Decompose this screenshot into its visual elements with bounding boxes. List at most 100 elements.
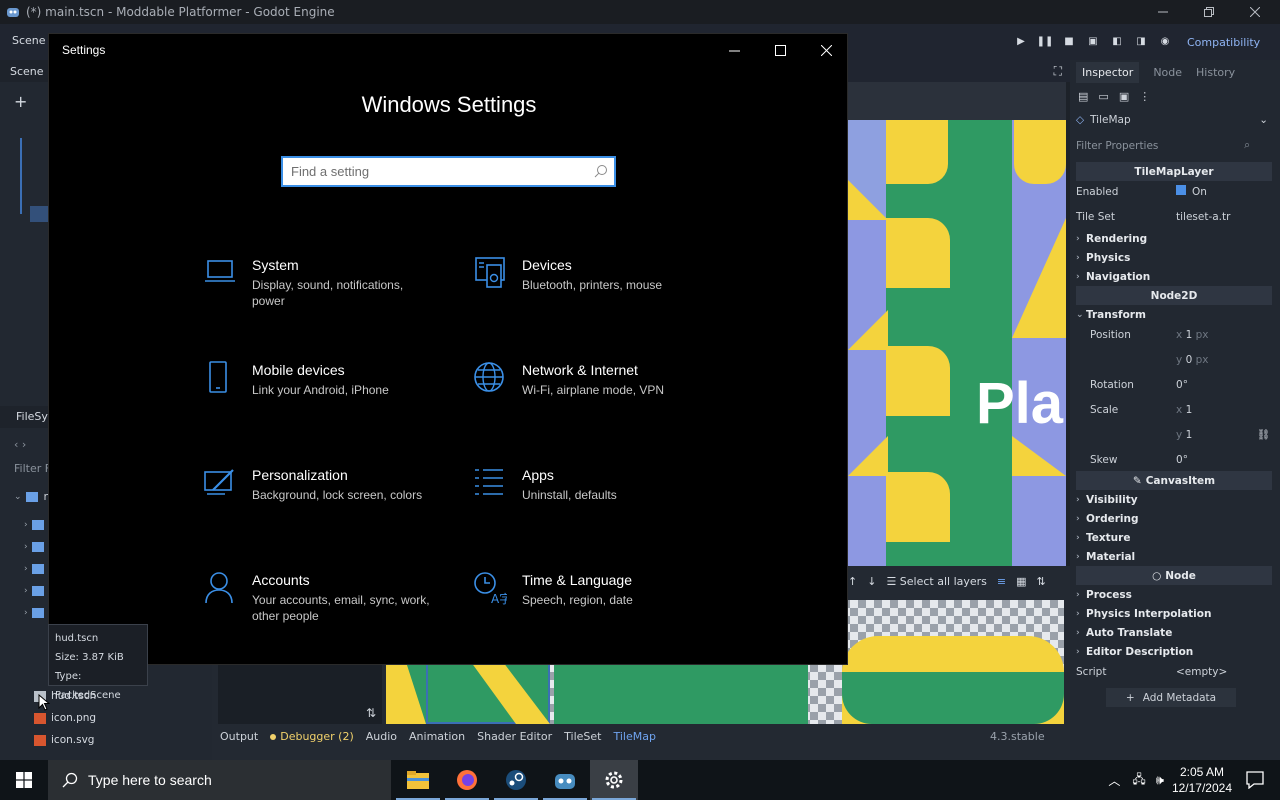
group-ordering[interactable]: › Ordering [1076,509,1272,528]
tab-scene[interactable]: Scene [10,65,44,78]
tab-node[interactable]: Node [1153,66,1182,79]
remote-debug-icon[interactable]: ▣ [1086,34,1100,48]
tile-set-value[interactable]: tileset-a.tr [1176,211,1230,223]
renderer-selector[interactable]: Compatibility [1187,36,1260,49]
tray-chevron-up-icon[interactable]: ︿ [1108,772,1120,789]
tab-inspector[interactable]: Inspector [1076,61,1140,83]
stop-icon[interactable]: ■ [1062,34,1076,48]
settings-item-time-language[interactable]: A字 Time & Language Speech, region, date [473,571,713,631]
start-button[interactable] [0,760,48,800]
add-node-icon[interactable]: + [14,92,27,111]
position-x-field[interactable]: x 1 px [1176,329,1208,341]
group-material[interactable]: › Material [1076,547,1272,566]
folder-row[interactable]: › [24,602,44,624]
selected-node-highlight[interactable] [30,206,50,222]
grid-view-icon[interactable]: ▦ [1016,575,1026,588]
enabled-checkbox[interactable]: On [1176,185,1207,198]
select-all-layers-button[interactable]: ☰ Select all layers [886,575,986,588]
network-icon[interactable]: 🖧 [1132,770,1145,791]
taskbar-settings[interactable] [590,760,638,800]
group-rendering[interactable]: › Rendering [1076,229,1272,248]
minimize-button[interactable] [1140,0,1186,24]
script-value[interactable]: <empty> [1176,666,1227,678]
play-scene-icon[interactable]: ◧ [1110,34,1124,48]
scale-x-field[interactable]: x 1 [1176,404,1192,416]
more-icon[interactable]: ⋮ [1139,90,1150,103]
settings-search-box[interactable] [281,156,616,187]
group-navigation[interactable]: › Navigation [1076,267,1272,286]
skew-field[interactable]: 0° [1176,454,1188,466]
taskbar-file-explorer[interactable] [394,760,442,800]
folder-row[interactable]: › [24,558,44,580]
volume-icon[interactable]: 🕪 [1156,773,1164,788]
settings-minimize-button[interactable] [711,34,757,66]
tab-output[interactable]: Output [220,730,258,743]
tab-tilemap[interactable]: TileMap [613,730,655,743]
settings-item-system[interactable]: System Display, sound, notifications, po… [203,256,443,316]
tab-shader-editor[interactable]: Shader Editor [477,730,552,743]
filter-properties-input[interactable]: Filter Properties ⌕ [1076,136,1272,155]
link-icon[interactable]: ⛓ [1257,428,1270,441]
settings-close-button[interactable] [803,34,849,66]
new-resource-icon[interactable]: ▤ [1078,90,1088,103]
group-physics-interpolation[interactable]: › Physics Interpolation [1076,604,1272,623]
tab-tileset[interactable]: TileSet [564,730,601,743]
section-canvasitem[interactable]: ✎ CanvasItem [1076,471,1272,490]
close-window-button[interactable] [1232,0,1278,24]
taskbar-firefox[interactable] [443,760,491,800]
node-selector[interactable]: ◇ TileMap ⌄ [1076,110,1272,129]
scene-menu[interactable]: Scene [12,34,46,47]
play-custom-icon[interactable]: ◨ [1134,34,1148,48]
folder-row[interactable]: › [24,514,44,536]
settings-item-network[interactable]: Network & Internet Wi-Fi, airplane mode,… [473,361,713,421]
position-y-field[interactable]: y 0 px [1176,354,1208,366]
group-physics[interactable]: › Physics [1076,248,1272,267]
settings-item-accounts[interactable]: Accounts Your accounts, email, sync, wor… [203,571,443,631]
layer-down-icon[interactable]: ↓ [867,575,876,588]
list-view-icon[interactable]: ≡ [997,575,1006,588]
add-metadata-button[interactable]: + Add Metadata [1106,688,1236,707]
section-node2d[interactable]: Node2D [1076,286,1272,305]
viewport-canvas[interactable]: Pla [848,120,1066,566]
settings-item-mobile-devices[interactable]: Mobile devices Link your Android, iPhone [203,361,443,421]
movie-maker-icon[interactable]: ◉ [1158,34,1172,48]
section-tilemaplayer[interactable]: TileMapLayer [1076,162,1272,181]
group-visibility[interactable]: › Visibility [1076,490,1272,509]
save-icon[interactable]: ▣ [1119,90,1129,103]
restore-button[interactable] [1186,0,1232,24]
tab-animation[interactable]: Animation [409,730,465,743]
open-icon[interactable]: ▭ [1098,90,1108,103]
group-editor-description[interactable]: › Editor Description [1076,642,1272,661]
tab-history[interactable]: History [1196,66,1235,79]
group-transform[interactable]: ⌄ Transform [1076,305,1272,324]
notification-icon[interactable] [1246,771,1264,789]
section-node[interactable]: ○ Node [1076,566,1272,585]
clock[interactable]: 2:05 AM 12/17/2024 [1172,764,1232,796]
tab-audio[interactable]: Audio [366,730,397,743]
scale-y-field[interactable]: y 1 [1176,429,1192,441]
pause-icon[interactable]: ❚❚ [1037,34,1054,48]
rotation-field[interactable]: 0° [1176,379,1188,391]
taskbar-steam[interactable] [492,760,540,800]
settings-item-apps[interactable]: Apps Uninstall, defaults [473,466,713,526]
settings-item-personalization[interactable]: Personalization Background, lock screen,… [203,466,443,526]
sort-icon[interactable]: ⇅ [366,706,376,720]
nav-arrows[interactable]: ‹ › [14,438,26,451]
group-auto-translate[interactable]: › Auto Translate [1076,623,1272,642]
group-texture[interactable]: › Texture [1076,528,1272,547]
folder-row[interactable]: › [24,536,44,558]
fullscreen-icon[interactable]: ⛶ [1054,64,1062,79]
settings-search-input[interactable] [283,158,573,185]
root-folder[interactable]: ⌄ r [14,490,48,503]
group-process[interactable]: › Process [1076,585,1272,604]
taskbar-search[interactable]: Type here to search [48,760,391,800]
layer-up-icon[interactable]: ↑ [848,575,857,588]
folder-row[interactable]: › [24,580,44,602]
tab-debugger[interactable]: Debugger (2) [270,730,354,743]
play-icon[interactable]: ▶ [1014,34,1028,48]
taskbar-godot[interactable] [541,760,589,800]
settings-item-devices[interactable]: Devices Bluetooth, printers, mouse [473,256,713,316]
sort-tiles-icon[interactable]: ⇅ [1037,575,1046,588]
file-row[interactable]: icon.svg [34,730,94,750]
settings-maximize-button[interactable] [757,34,803,66]
